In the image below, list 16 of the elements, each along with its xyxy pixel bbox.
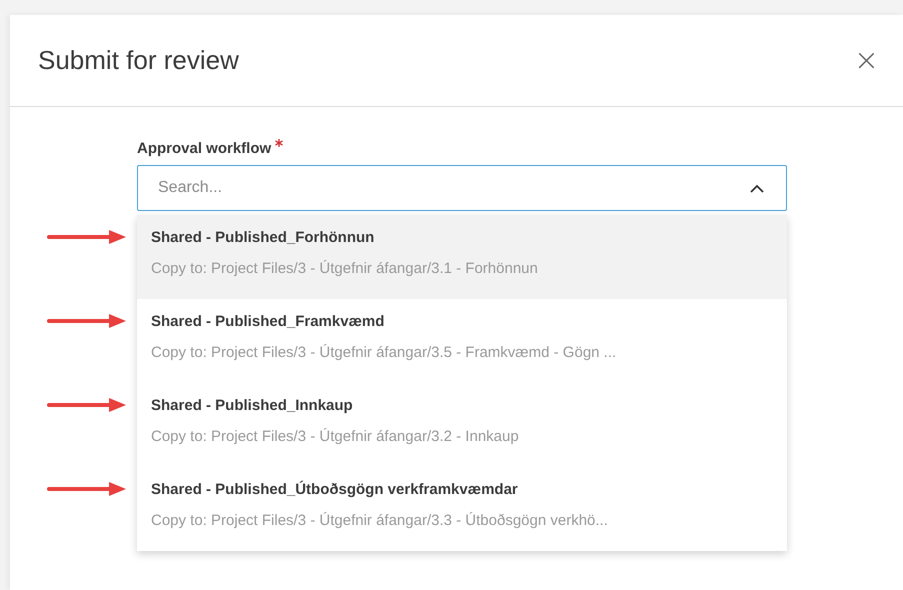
dialog-title: Submit for review [38,45,239,76]
field-label: Approval workflow [137,140,272,157]
workflow-option[interactable]: Shared - Published_Útboðsgögn verkframkvæmdar Copy to: Project Files/3 - Útgefnir áfangar/3.3 - Útboðsgögn verkhö... [137,467,787,551]
option-title: Shared - Published_Útboðsgögn verkframkvæmdar [151,480,519,500]
workflow-option[interactable]: Shared - Published_Framkvæmd Copy to: Project Files/3 - Útgefnir áfangar/3.5 - Framkvæmd - Gögn ... [137,299,787,383]
close-button[interactable]: × [850,46,883,76]
workflow-option[interactable]: Shared - Published_Innkaup Copy to: Project Files/3 - Útgefnir áfangar/3.2 - Innkaup [137,383,787,467]
option-path: Copy to: Project Files/3 - Útgefnir áfangar/3.5 - Framkvæmd - Gögn ... [151,343,618,363]
option-title: Shared - Published_Innkaup [151,396,354,416]
option-title: Shared - Published_Forhönnun [151,228,376,248]
option-path: Copy to: Project Files/3 - Útgefnir áfangar/3.2 - Innkaup [151,427,520,447]
option-path: Copy to: Project Files/3 - Útgefnir áfangar/3.3 - Útboðsgögn verkhö... [151,511,609,531]
chevron-icon[interactable] [750,184,764,193]
search-field[interactable]: Search... [137,165,787,211]
option-title: Shared - Published_Framkvæmd [151,312,386,332]
option-path: Copy to: Project Files/3 - Útgefnir áfangar/3.1 - Forhönnun [151,259,539,279]
